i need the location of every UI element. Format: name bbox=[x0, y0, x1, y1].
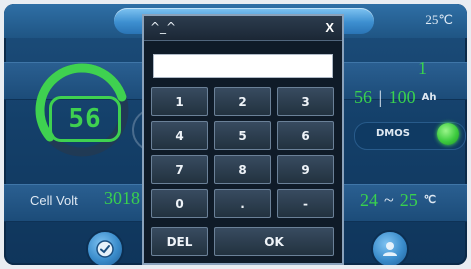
keypad-display-input[interactable] bbox=[153, 54, 333, 78]
capacity-separator: | bbox=[374, 87, 387, 107]
battery-count: 1 bbox=[418, 58, 427, 78]
key-9[interactable]: 9 bbox=[277, 155, 334, 184]
key-3[interactable]: 3 bbox=[277, 87, 334, 116]
temperature-range: 24 ~25 ℃ bbox=[360, 190, 436, 211]
key-8[interactable]: 8 bbox=[214, 155, 271, 184]
soc-value: 56 bbox=[49, 96, 121, 142]
ambient-temperature: 25℃ bbox=[425, 12, 453, 27]
temp-range-separator: ~ bbox=[384, 190, 394, 210]
keypad-title: ^_^ bbox=[150, 20, 177, 34]
user-button[interactable] bbox=[371, 230, 409, 265]
cell-volt-label: Cell Volt bbox=[30, 193, 78, 208]
key-minus[interactable]: - bbox=[277, 189, 334, 218]
ok-button[interactable]: OK bbox=[214, 227, 334, 256]
dmos-status-led bbox=[437, 123, 459, 145]
temp-min: 24 bbox=[360, 190, 378, 210]
keypad-close-button[interactable]: X bbox=[325, 20, 334, 35]
key-4[interactable]: 4 bbox=[151, 121, 208, 150]
check-shield-button[interactable] bbox=[86, 230, 124, 265]
numeric-keypad-dialog: ^_^ X 1 2 3 4 5 6 7 8 9 0 . - DEL OK bbox=[142, 14, 344, 265]
cell-volt-value: 3018 bbox=[104, 188, 140, 208]
key-decimal[interactable]: . bbox=[214, 189, 271, 218]
key-1[interactable]: 1 bbox=[151, 87, 208, 116]
user-icon bbox=[383, 242, 397, 256]
check-shield-icon bbox=[96, 240, 114, 258]
key-7[interactable]: 7 bbox=[151, 155, 208, 184]
capacity-readout: 56 | 100 Ah bbox=[354, 87, 436, 108]
remaining-capacity: 56 bbox=[354, 87, 372, 107]
capacity-unit: Ah bbox=[421, 92, 437, 103]
delete-button[interactable]: DEL bbox=[151, 227, 208, 256]
key-5[interactable]: 5 bbox=[214, 121, 271, 150]
key-6[interactable]: 6 bbox=[277, 121, 334, 150]
keypad-title-bar: ^_^ X bbox=[144, 16, 342, 41]
temp-max: 25 bbox=[399, 190, 418, 210]
dmos-label: DMOS bbox=[376, 128, 410, 139]
key-2[interactable]: 2 bbox=[214, 87, 271, 116]
temp-unit: ℃ bbox=[423, 194, 437, 206]
full-capacity: 100 bbox=[388, 87, 416, 107]
key-0[interactable]: 0 bbox=[151, 189, 208, 218]
